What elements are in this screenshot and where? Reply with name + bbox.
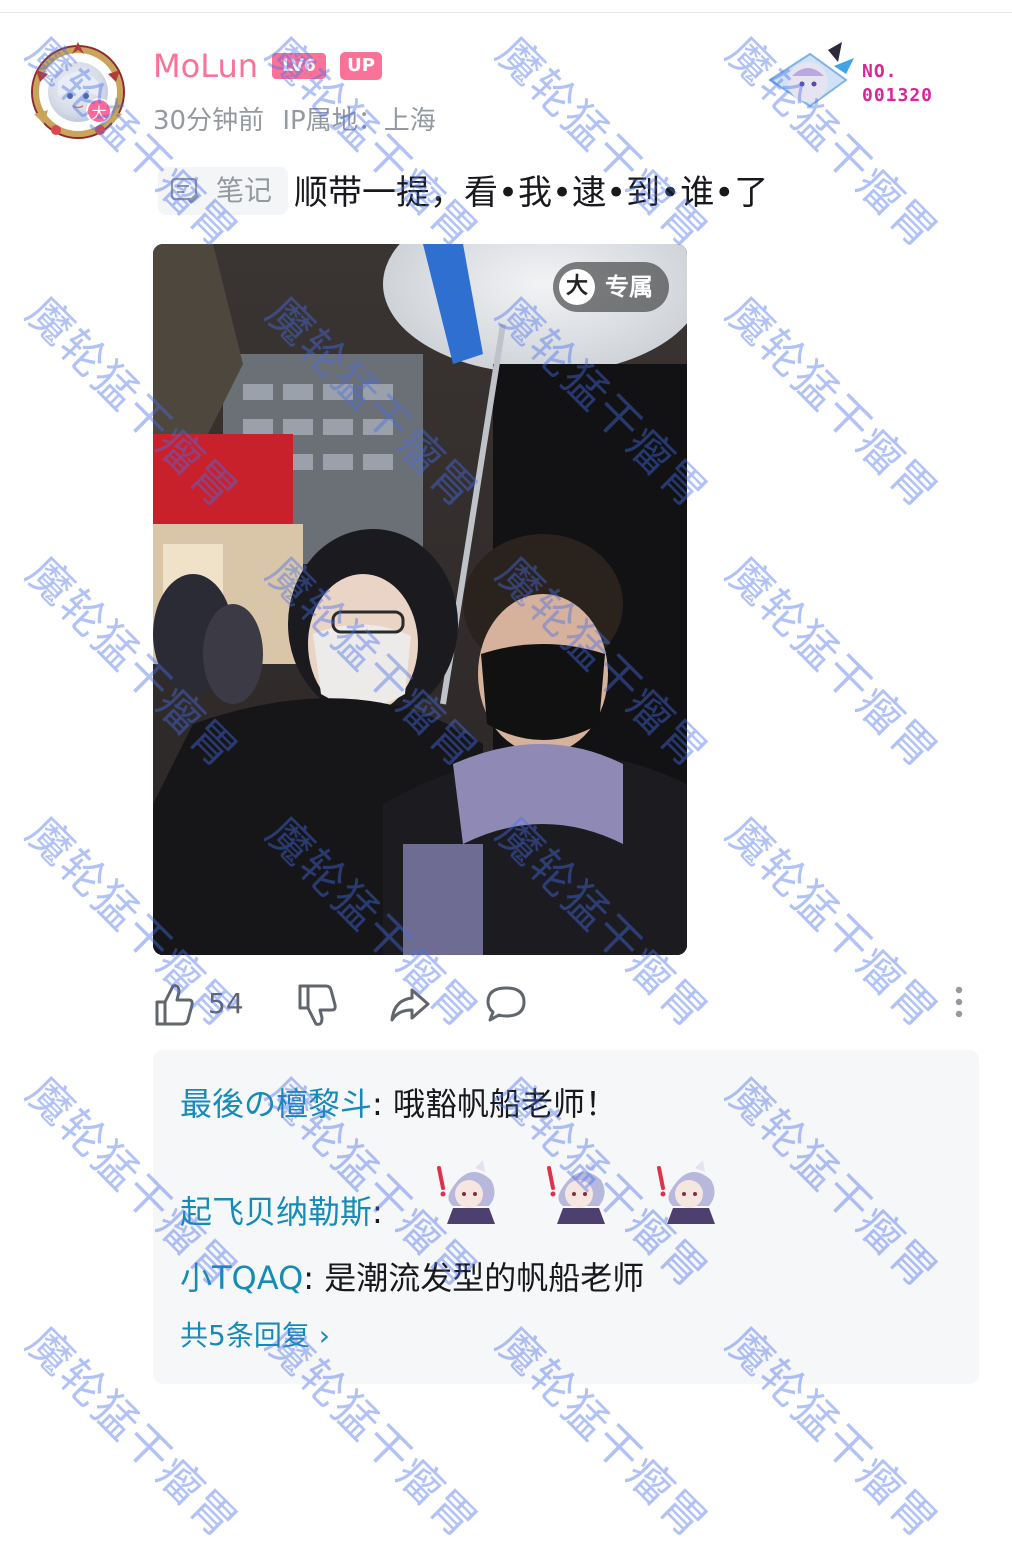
level-badge: LV6	[272, 53, 326, 79]
comment-author[interactable]: 小TQAQ	[180, 1259, 303, 1297]
comment-author[interactable]: 起飞贝纳勒斯	[180, 1193, 372, 1231]
comment-button[interactable]	[484, 980, 528, 1028]
note-label: 笔记	[216, 174, 273, 207]
up-badge: UP	[340, 52, 382, 80]
watermark-text: 魔轮猛干瘤胃	[716, 287, 948, 520]
note-tag[interactable]: 笔记	[158, 167, 288, 215]
fan-card-number-text: NO. 001320	[862, 61, 934, 106]
share-button[interactable]	[388, 980, 432, 1028]
watermark-text: 魔轮猛干瘤胃	[716, 547, 948, 780]
share-icon	[390, 988, 430, 1022]
avatar-vip-badge: 大	[86, 98, 112, 124]
comment-item[interactable]: 最後の檀黎斗: 哦豁帆船老师！	[180, 1082, 617, 1126]
post-photo[interactable]	[153, 244, 687, 955]
top-divider	[0, 12, 1012, 13]
comment-text: 哦豁帆船老师！	[382, 1085, 617, 1123]
avatar[interactable]	[26, 40, 130, 144]
username[interactable]: MoLun	[153, 44, 258, 88]
post-time: 30分钟前	[153, 106, 265, 136]
comment-separator: :	[372, 1085, 383, 1123]
more-button[interactable]	[944, 980, 974, 1028]
exclusive-icon: 大	[559, 269, 595, 305]
thumbs-down-icon	[298, 984, 337, 1026]
like-button[interactable]	[153, 980, 195, 1028]
watermark-text: 魔轮猛干瘤胃	[716, 807, 948, 1040]
comment-author[interactable]: 最後の檀黎斗	[180, 1085, 372, 1123]
sticker-emote-icon	[657, 1160, 715, 1224]
comment-separator: :	[372, 1193, 383, 1231]
exclusive-badge: 大 专属	[553, 262, 669, 312]
ip-location: IP属地：上海	[282, 106, 436, 136]
post-meta: 30分钟前 IP属地：上海	[153, 103, 436, 139]
comment-preview: 最後の檀黎斗: 哦豁帆船老师！ 起飞贝纳勒斯: 小TQAQ: 是潮流发型的帆船老…	[153, 1050, 979, 1384]
fan-card-number: NO. 001320	[862, 60, 933, 108]
post-text: 顺带一提，看•我•逮•到•谁•了	[294, 173, 769, 213]
view-replies-link[interactable]: 共5条回复 ›	[180, 1316, 330, 1356]
comment-icon	[486, 986, 526, 1022]
watermark-text: 魔轮猛干瘤胃	[486, 27, 718, 260]
sticker-emote-icon	[437, 1160, 495, 1224]
note-icon	[170, 177, 199, 204]
comment-item[interactable]: 起飞贝纳勒斯:	[180, 1190, 383, 1234]
comment-item[interactable]: 小TQAQ: 是潮流发型的帆船老师	[180, 1256, 644, 1300]
more-vertical-icon	[955, 986, 963, 1018]
sticker-emote-icon	[547, 1160, 605, 1224]
dislike-button[interactable]	[296, 980, 338, 1028]
thumbs-up-icon	[155, 984, 194, 1026]
like-count: 54	[208, 987, 244, 1020]
comment-text: 是潮流发型的帆船老师	[314, 1259, 645, 1297]
comment-separator: :	[303, 1259, 315, 1297]
photo-image	[153, 244, 687, 955]
exclusive-label: 专属	[605, 273, 653, 301]
